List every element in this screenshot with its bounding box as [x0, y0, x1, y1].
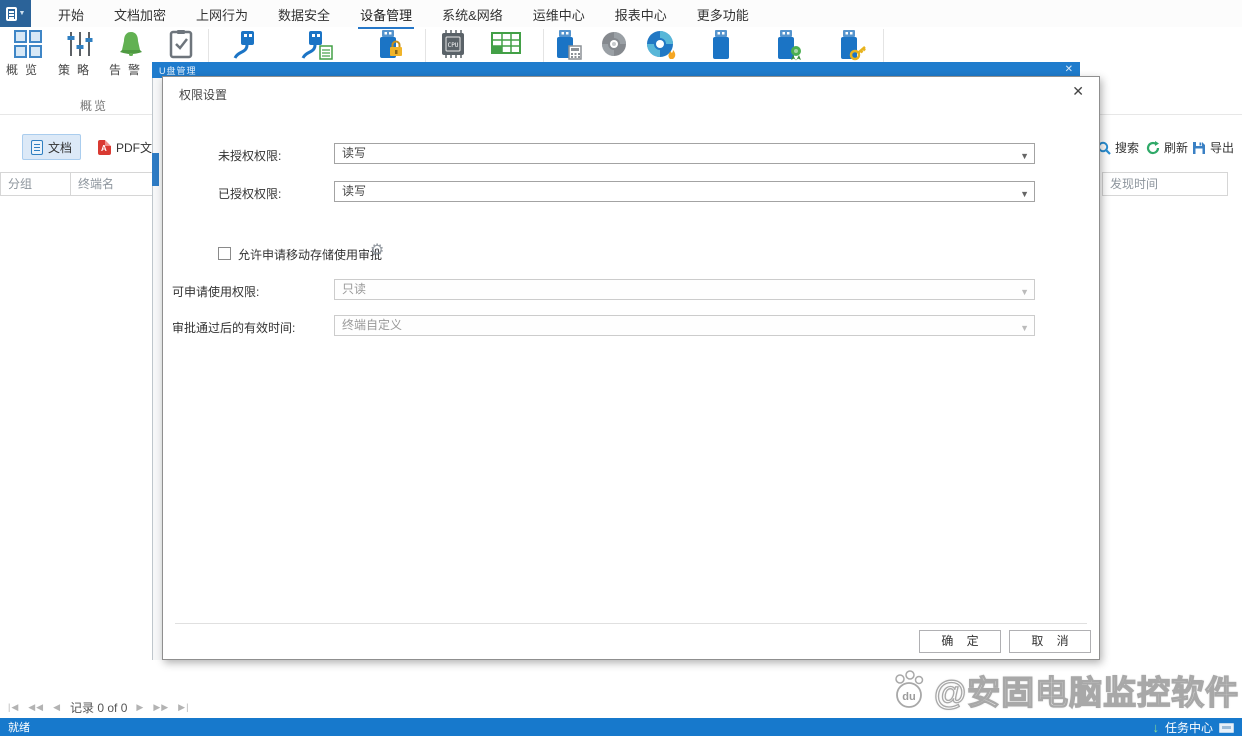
tab-documents-label: 文档: [48, 139, 72, 156]
pagination-bar: |◀ ◀◀ ◀ 记录 0 of 0 ▶ ▶▶ ▶|: [8, 698, 189, 716]
watermark-text: @安固电脑监控软件: [934, 666, 1239, 714]
export-button[interactable]: 导出: [1192, 139, 1234, 156]
tab-doc-encrypt[interactable]: 文档加密: [112, 0, 168, 29]
authorized-permission-select[interactable]: 读写 ▼: [334, 181, 1035, 202]
usb-drive-icon[interactable]: [707, 29, 735, 66]
applicable-permission-select[interactable]: 只读 ▼: [334, 279, 1035, 300]
tab-data-security[interactable]: 数据安全: [276, 0, 332, 29]
tab-internet-behavior[interactable]: 上网行为: [194, 0, 250, 29]
tab-report-center[interactable]: 报表中心: [613, 0, 669, 29]
dialog-title: 权限设置: [179, 86, 227, 103]
pagination-first-button[interactable]: |◀: [8, 702, 19, 713]
monitor-icon[interactable]: [1219, 723, 1234, 733]
status-bar: 就绪 ↓ 任务中心: [0, 718, 1242, 736]
approval-valid-time-select[interactable]: 终端自定义 ▼: [334, 315, 1035, 336]
refresh-label: 刷新: [1164, 139, 1188, 156]
pagination-prev-button[interactable]: ◀: [53, 702, 61, 713]
ribbon-group-label: 概览: [80, 97, 108, 114]
menu-bar: ▼ 开始 文档加密 上网行为 数据安全 设备管理 系统&网络 运维中心 报表中心…: [0, 0, 1242, 27]
column-header-discovery-time[interactable]: 发现时间: [1102, 172, 1228, 196]
ribbon-item-overview[interactable]: 概览: [6, 61, 44, 78]
pagination-prev-page-button[interactable]: ◀◀: [28, 702, 44, 713]
usb-badge-icon[interactable]: [772, 29, 804, 66]
refresh-button[interactable]: 刷新: [1146, 139, 1188, 156]
pagination-record-text: 记录 0 of 0: [70, 699, 127, 716]
applicable-permission-value: 只读: [342, 282, 366, 296]
chevron-down-icon: ▼: [1020, 185, 1029, 204]
audit-clipboard-icon[interactable]: [168, 29, 194, 64]
alert-bell-icon[interactable]: [116, 29, 146, 64]
authorized-permission-label: 已授权权限:: [218, 185, 281, 202]
menu-tabs: 开始 文档加密 上网行为 数据安全 设备管理 系统&网络 运维中心 报表中心 更…: [56, 0, 751, 27]
export-label: 导出: [1210, 139, 1234, 156]
refresh-icon: [1146, 141, 1160, 155]
tab-documents[interactable]: 文档: [22, 134, 81, 160]
cancel-button[interactable]: 取 消: [1009, 630, 1091, 653]
column-header-group[interactable]: 分组: [0, 172, 71, 196]
unauthorized-permission-select[interactable]: 读写 ▼: [334, 143, 1035, 164]
cpu-icon[interactable]: CPU: [438, 29, 468, 64]
popup-edge-accent: [152, 153, 159, 186]
pdf-icon: [98, 140, 111, 155]
usb-plug-report-icon[interactable]: [298, 29, 334, 66]
allow-approval-checkbox-label[interactable]: 允许申请移动存储使用审批: [238, 246, 382, 263]
app-window: ▼ 开始 文档加密 上网行为 数据安全 设备管理 系统&网络 运维中心 报表中心…: [0, 0, 1242, 736]
usb-key-icon[interactable]: [835, 29, 867, 66]
approval-valid-time-value: 终端自定义: [342, 318, 402, 332]
search-label: 搜索: [1115, 139, 1139, 156]
status-ready-text: 就绪: [8, 719, 30, 735]
chevron-down-icon: ▼: [19, 10, 26, 17]
approval-valid-time-label: 审批通过后的有效时间:: [172, 319, 295, 336]
usb-lock-icon[interactable]: [373, 29, 405, 66]
ribbon-item-alert[interactable]: 告警: [109, 61, 147, 78]
cd-burn-icon[interactable]: [645, 29, 679, 66]
authorized-permission-value: 读写: [342, 184, 366, 198]
chevron-down-icon: ▼: [1020, 319, 1029, 338]
tab-device-management[interactable]: 设备管理: [358, 0, 414, 29]
document-icon: [31, 140, 43, 155]
chevron-down-icon: ▼: [1020, 283, 1029, 302]
policy-sliders-icon[interactable]: [66, 29, 94, 64]
tab-start[interactable]: 开始: [56, 0, 86, 29]
dialog-footer-divider: [175, 623, 1087, 624]
ribbon-separator: [208, 29, 209, 63]
permission-settings-dialog: 权限设置 ✕ 未授权权限: 读写 ▼ 已授权权限: 读写 ▼ 允许申请移动存储使…: [162, 76, 1100, 660]
usb-register-icon[interactable]: [552, 29, 584, 66]
export-icon: [1192, 141, 1206, 155]
app-menu-button[interactable]: ▼: [0, 0, 31, 27]
ribbon-item-policy[interactable]: 策略: [58, 61, 96, 78]
gear-icon[interactable]: ⚙: [370, 240, 384, 260]
ribbon-separator: [883, 29, 884, 63]
pagination-next-page-button[interactable]: ▶▶: [153, 702, 169, 713]
svg-text:du: du: [902, 691, 915, 703]
tab-more-functions[interactable]: 更多功能: [695, 0, 751, 29]
unauthorized-permission-label: 未授权权限:: [218, 147, 281, 164]
paw-logo-icon: du: [886, 667, 932, 713]
pagination-next-button[interactable]: ▶: [136, 702, 144, 713]
search-button[interactable]: 搜索: [1097, 139, 1139, 156]
pagination-last-button[interactable]: ▶|: [178, 702, 189, 713]
watermark: du @安固电脑监控软件: [886, 666, 1239, 714]
tab-ops-center[interactable]: 运维中心: [531, 0, 587, 29]
chevron-down-icon: ▼: [1020, 147, 1029, 166]
tab-system-network[interactable]: 系统&网络: [440, 0, 505, 29]
unauthorized-permission-value: 读写: [342, 146, 366, 160]
overview-grid-icon[interactable]: [13, 29, 43, 64]
dialog-close-icon[interactable]: ✕: [1072, 83, 1084, 100]
app-menu-icon: [6, 7, 17, 21]
allow-approval-checkbox[interactable]: [218, 247, 231, 260]
ribbon-separator: [543, 29, 544, 63]
download-arrow-icon: ↓: [1152, 720, 1159, 735]
ribbon-separator: [425, 29, 426, 63]
svg-text:CPU: CPU: [448, 42, 459, 49]
task-center-button[interactable]: 任务中心: [1165, 719, 1213, 736]
popup-window-title: U盘管理: [159, 64, 197, 77]
applicable-permission-label: 可申请使用权限:: [172, 283, 259, 300]
usb-plug-icon[interactable]: [230, 29, 262, 66]
ok-button[interactable]: 确 定: [919, 630, 1001, 653]
popup-close-icon[interactable]: ✕: [1065, 65, 1073, 75]
cd-icon[interactable]: [599, 29, 629, 64]
asset-table-icon[interactable]: [490, 29, 522, 62]
